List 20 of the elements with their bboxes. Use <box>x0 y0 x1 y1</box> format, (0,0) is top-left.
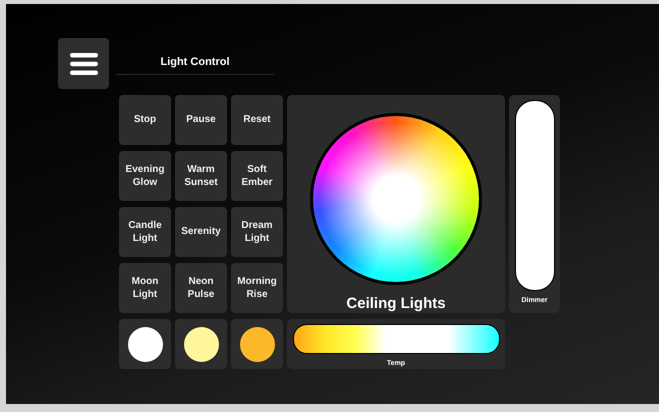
preset-button[interactable]: Stop <box>119 95 171 145</box>
preset-button[interactable]: Serenity <box>175 207 227 257</box>
preset-button[interactable]: Candle Light <box>119 207 171 257</box>
preset-button[interactable]: Evening Glow <box>119 151 171 201</box>
preset-button[interactable]: Reset <box>231 95 283 145</box>
temp-gradient-bar[interactable] <box>292 324 500 354</box>
swatch-button[interactable] <box>231 319 283 369</box>
preset-button[interactable]: Dream Light <box>231 207 283 257</box>
preset-button[interactable]: Warm Sunset <box>175 151 227 201</box>
menu-icon <box>70 52 98 74</box>
preset-button[interactable]: Morning Rise <box>231 263 283 313</box>
swatch-button[interactable] <box>175 319 227 369</box>
menu-button[interactable] <box>58 38 109 89</box>
preset-button[interactable]: Neon Pulse <box>175 263 227 313</box>
preset-button[interactable]: Pause <box>175 95 227 145</box>
preset-button[interactable]: Soft Ember <box>231 151 283 201</box>
swatch-button[interactable] <box>119 319 171 369</box>
wheel-label: Ceiling Lights <box>346 295 446 312</box>
preset-button[interactable]: Moon Light <box>119 263 171 313</box>
page-title: Light Control <box>116 56 274 75</box>
